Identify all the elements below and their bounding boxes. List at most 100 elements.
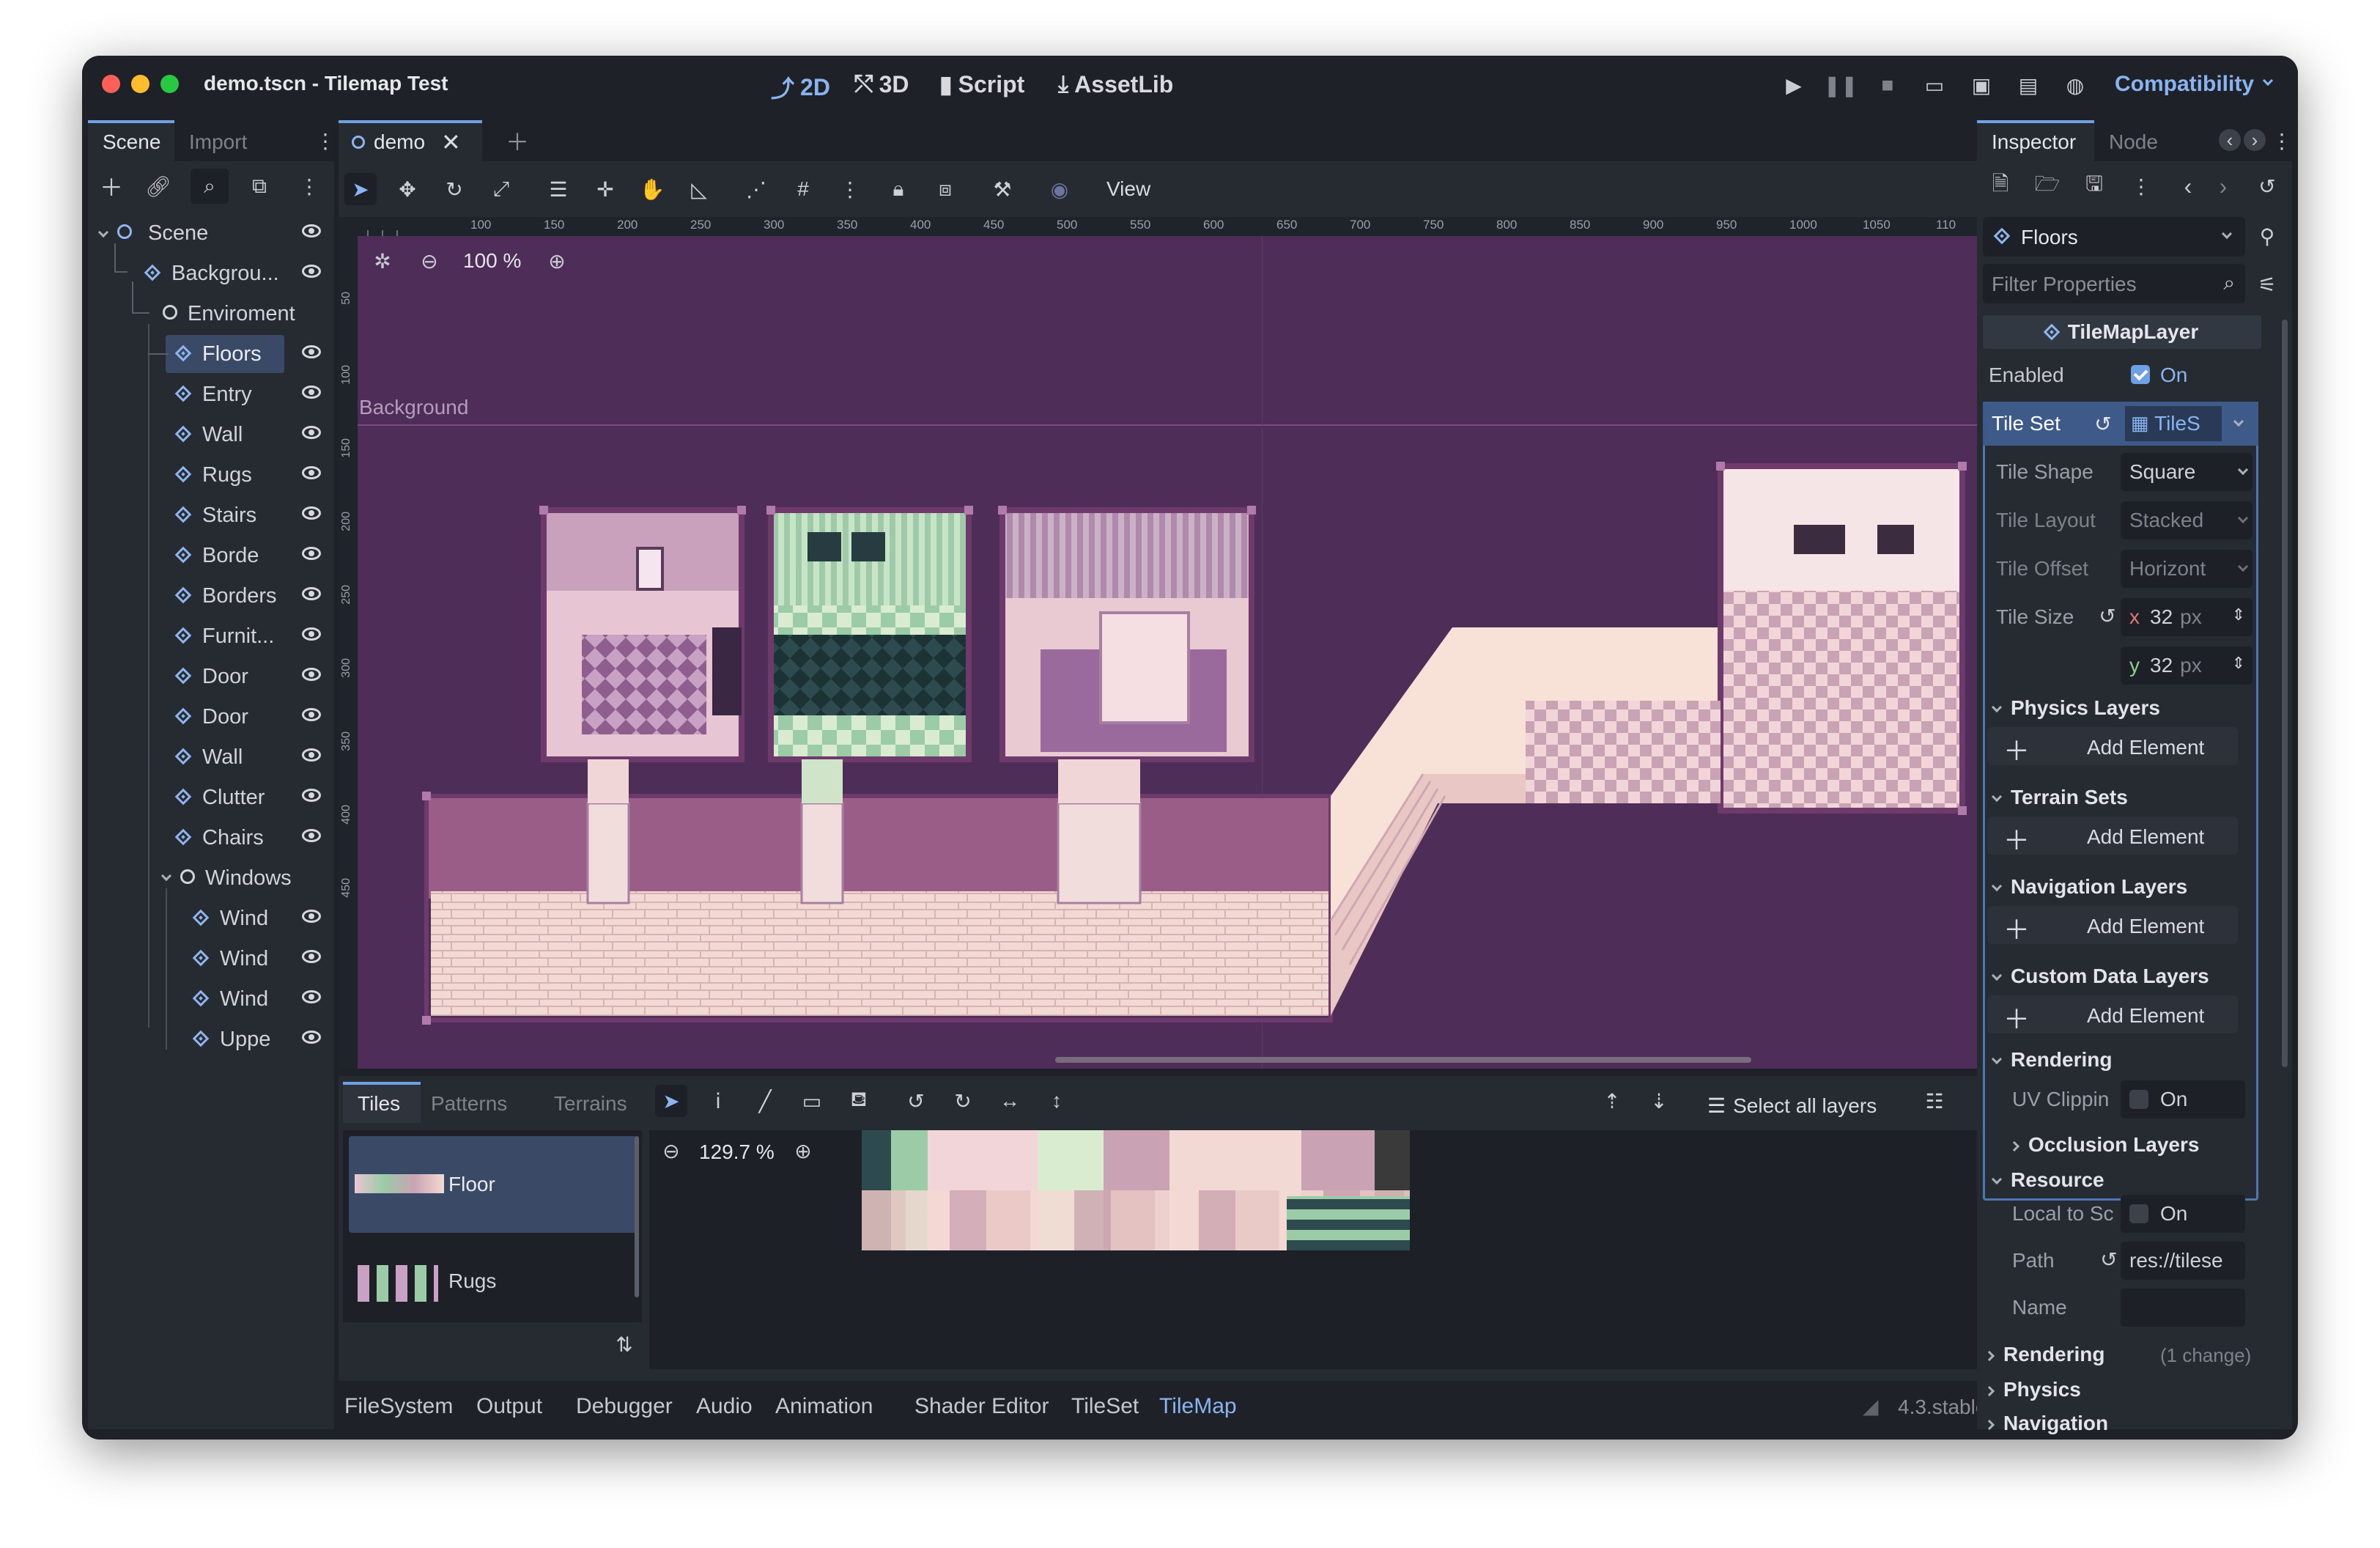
collapse-icon[interactable] xyxy=(160,870,172,882)
ruler-tool-icon[interactable]: ◺ xyxy=(683,173,715,205)
tree-row-door-2[interactable]: Door xyxy=(88,698,328,736)
tab-tileset[interactable]: TileSet xyxy=(1071,1394,1139,1419)
camera-override-icon[interactable]: ◉ xyxy=(1043,173,1076,205)
workspace-3d-button[interactable]: ⤲ 3D xyxy=(854,70,909,98)
tile-size-y-field[interactable]: y 32 px ⇕ xyxy=(2121,646,2252,685)
renderer-dropdown[interactable]: Compatibility xyxy=(2115,72,2282,97)
tab-tiles[interactable]: Tiles xyxy=(343,1082,421,1123)
add-navigation-layer-button[interactable]: ＋ Add Element xyxy=(1987,906,2238,945)
move-tool-icon[interactable]: ✥ xyxy=(391,173,424,205)
visibility-icon[interactable] xyxy=(302,950,321,963)
new-resource-icon[interactable]: 🗎 xyxy=(1984,170,2017,202)
flip-v-icon[interactable]: ↕ xyxy=(1041,1085,1073,1117)
select-all-layers-button[interactable]: ☰ Select all layers xyxy=(1707,1094,1877,1118)
maximize-window-button[interactable] xyxy=(160,75,179,93)
tree-row-rugs[interactable]: Rugs xyxy=(88,456,328,494)
visibility-icon[interactable] xyxy=(302,1031,321,1044)
tree-row-floors[interactable]: Floors xyxy=(88,335,328,373)
play-scene-icon[interactable]: ▣ xyxy=(1967,70,1996,100)
sources-scrollbar[interactable] xyxy=(635,1136,639,1297)
workspace-script-button[interactable]: ▮ Script xyxy=(939,70,1024,98)
uv-clipping-checkbox[interactable] xyxy=(2129,1090,2148,1109)
dock-left-icon[interactable]: ‹ xyxy=(2219,129,2241,151)
section-terrain-sets[interactable]: Terrain Sets xyxy=(1991,786,2128,809)
tile-layout-select[interactable]: Stacked xyxy=(2121,501,2252,539)
paint-select-icon[interactable]: ➤ xyxy=(655,1085,687,1117)
tab-patterns[interactable]: Patterns xyxy=(431,1085,507,1123)
play-custom-scene-icon[interactable]: ▤ xyxy=(2014,70,2043,100)
link-icon[interactable]: 🔗︎ xyxy=(142,170,174,202)
tab-scene[interactable]: Scene xyxy=(88,120,174,161)
scale-tool-icon[interactable]: ⤢ xyxy=(485,173,517,205)
tree-row-windows[interactable]: Windows xyxy=(88,859,328,897)
visibility-icon[interactable] xyxy=(302,466,321,479)
stop-icon[interactable]: ■ xyxy=(1873,70,1902,100)
tree-row-furniture[interactable]: Furnit... xyxy=(88,617,328,655)
visibility-icon[interactable] xyxy=(302,910,321,923)
stepper-icon[interactable]: ⇕ xyxy=(2232,605,2245,624)
sort-icon[interactable]: ⇅ xyxy=(610,1330,639,1359)
new-tab-icon[interactable]: ＋ xyxy=(501,125,533,157)
add-custom-data-layer-button[interactable]: ＋ Add Element xyxy=(1987,995,2238,1034)
rotate-tool-icon[interactable]: ↻ xyxy=(438,173,470,205)
tab-debugger[interactable]: Debugger xyxy=(576,1394,673,1419)
section-occlusion-layers[interactable]: Occlusion Layers xyxy=(2008,1133,2199,1157)
close-tab-icon[interactable]: ✕ xyxy=(441,128,461,156)
history-forward-icon[interactable]: › xyxy=(2207,170,2239,202)
inspector-scrollbar[interactable] xyxy=(2282,320,2288,1067)
visibility-icon[interactable] xyxy=(302,265,321,278)
section-custom-data-layers[interactable]: Custom Data Layers xyxy=(1991,965,2209,988)
previous-layer-icon[interactable]: ⇡ xyxy=(1596,1085,1628,1117)
movie-maker-icon[interactable]: ◍ xyxy=(2061,70,2090,100)
close-window-button[interactable] xyxy=(102,75,120,93)
dock-menu-icon[interactable]: ⋮ xyxy=(315,128,336,154)
tree-row-chairs[interactable]: Chairs xyxy=(88,819,328,857)
filter-properties-input[interactable]: Filter Properties ⌕ xyxy=(1983,264,2245,303)
tab-terrains[interactable]: Terrains xyxy=(554,1085,627,1123)
snap-options-icon[interactable]: ⋮ xyxy=(834,173,866,205)
path-field[interactable]: res://tilese xyxy=(2121,1242,2245,1280)
visibility-icon[interactable] xyxy=(302,668,321,681)
visibility-icon[interactable] xyxy=(302,587,321,600)
tree-row-wind-3[interactable]: Wind xyxy=(88,980,328,1018)
stepper-icon[interactable]: ⇕ xyxy=(2232,654,2245,673)
rotate-left-icon[interactable]: ↺ xyxy=(900,1085,932,1117)
tree-row-stairs[interactable]: Stairs xyxy=(88,496,328,534)
filter-options-icon[interactable]: ⚟ xyxy=(2251,268,2283,301)
pan-tool-icon[interactable]: ✋ xyxy=(636,173,668,205)
tile-set-resource-picker[interactable]: ▦ TileS xyxy=(2125,406,2222,441)
object-selector[interactable]: Floors xyxy=(1983,217,2245,257)
visibility-icon[interactable] xyxy=(302,990,321,1003)
add-node-icon[interactable]: ＋ xyxy=(95,170,128,202)
name-field[interactable] xyxy=(2121,1289,2245,1327)
uv-clipping-field[interactable]: On xyxy=(2121,1080,2245,1118)
layer-list-icon[interactable]: ☷ xyxy=(1918,1085,1951,1117)
visibility-icon[interactable] xyxy=(302,426,321,439)
visibility-icon[interactable] xyxy=(302,224,321,237)
collapse-icon[interactable] xyxy=(97,226,109,238)
pivot-tool-icon[interactable]: ✛ xyxy=(589,173,621,205)
atlas-zoom-in-icon[interactable]: ⊕ xyxy=(788,1136,818,1165)
lock-icon[interactable]: 🔒︎ xyxy=(882,173,914,205)
inspector-menu-icon[interactable]: ⋮ xyxy=(2272,128,2292,154)
search-icon[interactable]: ⌕ xyxy=(191,169,229,204)
workspace-assetlib-button[interactable]: ⤓ AssetLib xyxy=(1058,70,1173,98)
local-to-scene-field[interactable]: On xyxy=(2121,1195,2245,1233)
list-select-icon[interactable]: ☰ xyxy=(542,173,574,205)
visibility-icon[interactable] xyxy=(302,627,321,641)
section-rendering[interactable]: Rendering xyxy=(1991,1048,2112,1072)
atlas-zoom-level[interactable]: 129.7 % xyxy=(699,1140,775,1164)
section-footer-physics[interactable]: Physics xyxy=(1984,1378,2081,1401)
minimize-window-button[interactable] xyxy=(131,75,149,93)
viewport-horizontal-scrollbar[interactable] xyxy=(1055,1057,1751,1063)
history-icon[interactable]: ↺ xyxy=(2251,170,2283,202)
section-resource[interactable]: Resource xyxy=(1991,1168,2104,1192)
visibility-icon[interactable] xyxy=(302,748,321,762)
bucket-icon[interactable]: ⛾ xyxy=(843,1085,875,1117)
tree-row-clutter[interactable]: Clutter xyxy=(88,778,328,817)
tree-row-wind-1[interactable]: Wind xyxy=(88,899,328,937)
tree-row-entry[interactable]: Entry xyxy=(88,375,328,413)
pause-icon[interactable]: ❚❚ xyxy=(1824,70,1858,100)
rotate-right-icon[interactable]: ↻ xyxy=(947,1085,979,1117)
select-tool-icon[interactable]: ➤ xyxy=(344,173,377,205)
